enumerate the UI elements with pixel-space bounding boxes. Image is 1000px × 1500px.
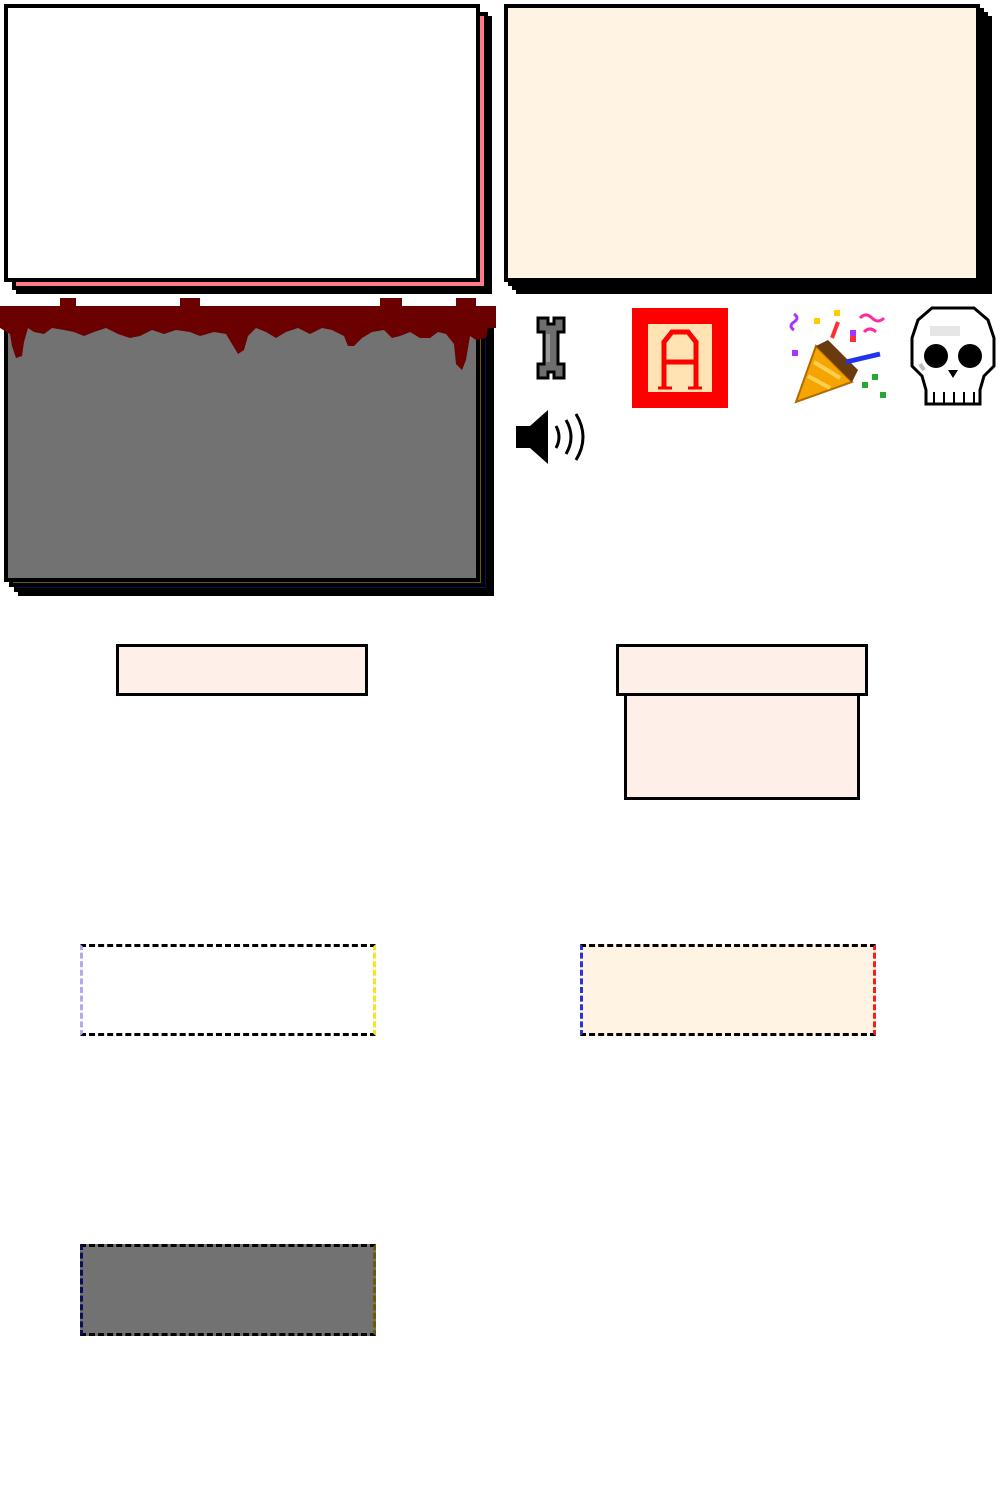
cream-panel bbox=[504, 4, 992, 294]
pink-lid-small bbox=[116, 644, 368, 696]
cream-dotted-box bbox=[580, 944, 876, 1036]
gray-dotted-box bbox=[80, 1244, 376, 1336]
pink-box-lid bbox=[616, 644, 868, 696]
gray-blood-panel bbox=[0, 298, 496, 596]
white-dotted-box bbox=[80, 944, 376, 1036]
bone-icon bbox=[536, 316, 566, 380]
cream-panel-face bbox=[504, 4, 980, 282]
party-popper-icon bbox=[789, 310, 886, 404]
white-panel bbox=[4, 4, 492, 294]
pink-box-body bbox=[624, 690, 860, 800]
letter-a-icon bbox=[644, 320, 716, 396]
speaker-icon[interactable] bbox=[514, 406, 588, 468]
skull-icon bbox=[910, 306, 996, 406]
blood-drip-icon bbox=[0, 298, 496, 370]
letter-a-tile bbox=[632, 308, 728, 408]
white-panel-face bbox=[4, 4, 480, 282]
